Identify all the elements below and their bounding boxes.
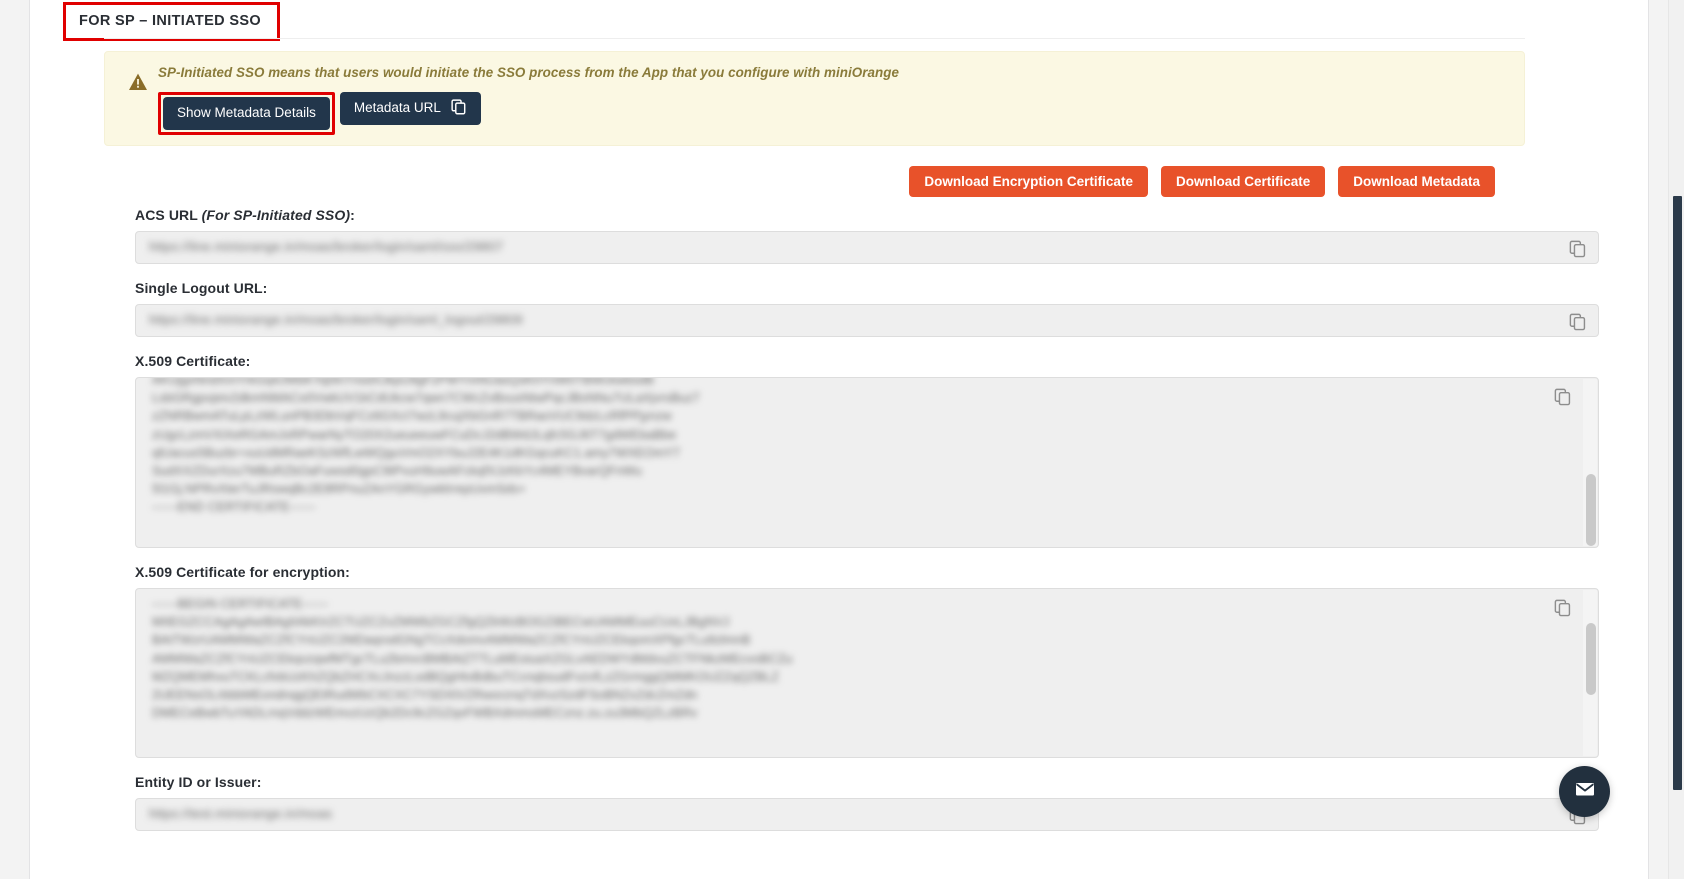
download-encryption-certificate-button[interactable]: Download Encryption Certificate: [909, 166, 1148, 197]
field-label-x509-certificate-encryption: X.509 Certificate for encryption:: [135, 564, 350, 580]
field-label-colon: :: [350, 207, 355, 223]
page-title: FOR SP – INITIATED SSO: [79, 13, 261, 29]
acs-url-input[interactable]: https://line.miniorange.in/moas/broker/l…: [135, 231, 1599, 264]
single-logout-url-input[interactable]: https://line.miniorange.in/moas/broker/l…: [135, 304, 1599, 337]
field-acs-url: ACS URL (For SP-Initiated SSO): https://…: [135, 207, 1599, 264]
sp-sso-alert: SP-Initiated SSO means that users would …: [104, 51, 1525, 146]
x509-certificate-value: AKUjgxNndXmYrkGq4JWbKYq0lnTnsdXJkpU9gFzP…: [152, 377, 700, 515]
acs-url-value: https://line.miniorange.in/moas/broker/l…: [149, 239, 504, 254]
left-gutter: [0, 0, 29, 879]
field-label-single-logout-url: Single Logout URL:: [135, 280, 268, 296]
download-certificate-button[interactable]: Download Certificate: [1160, 166, 1326, 197]
page-scrollbar-track[interactable]: [1668, 0, 1684, 879]
field-single-logout-url: Single Logout URL: https://line.minioran…: [135, 280, 1599, 337]
alert-button-group: Show Metadata Details Metadata URL: [158, 92, 481, 135]
chat-widget-button[interactable]: [1559, 766, 1610, 817]
copy-icon[interactable]: [1568, 312, 1587, 331]
right-gutter: [1650, 0, 1668, 879]
title-divider: [104, 38, 1525, 39]
entity-id-input[interactable]: https://test.miniorange.in/moas: [135, 798, 1599, 831]
field-label-acs-url: ACS URL (For SP-Initiated SSO):: [135, 207, 1599, 223]
copy-icon[interactable]: [1568, 239, 1587, 258]
textarea-scrollbar-thumb[interactable]: [1586, 474, 1596, 546]
field-x509-certificate-encryption: X.509 Certificate for encryption: ------…: [135, 564, 1599, 758]
copy-icon: [450, 98, 467, 118]
x509-certificate-textarea[interactable]: AKUjgxNndXmYrkGq4JWbKYq0lnTnsdXJkpU9gFzP…: [135, 377, 1599, 548]
alert-message: SP-Initiated SSO means that users would …: [158, 65, 899, 80]
entity-id-value: https://test.miniorange.in/moas: [149, 806, 333, 821]
field-entity-id: Entity ID or Issuer: https://test.minior…: [135, 774, 1599, 831]
page-scrollbar-thumb[interactable]: [1673, 196, 1682, 790]
field-label-entity-id: Entity ID or Issuer:: [135, 774, 262, 790]
field-label-x509-certificate: X.509 Certificate:: [135, 353, 251, 369]
show-metadata-details-button[interactable]: Show Metadata Details: [163, 97, 330, 130]
x509-encryption-certificate-value: ------BEGIN CERTIFICATE------ MIIEGZCCAg…: [152, 597, 793, 721]
metadata-url-label: Metadata URL: [353, 100, 441, 116]
download-button-row: Download Encryption Certificate Download…: [909, 166, 1495, 197]
page-root: FOR SP – INITIATED SSO SP-Initiated SSO …: [0, 0, 1684, 879]
metadata-url-button[interactable]: Metadata URL: [339, 92, 481, 125]
sp-sso-card: FOR SP – INITIATED SSO SP-Initiated SSO …: [29, 0, 1649, 879]
envelope-icon: [1573, 777, 1597, 806]
field-x509-certificate: X.509 Certificate: AKUjgxNndXmYrkGq4JWbK…: [135, 353, 1599, 548]
sso-fields: ACS URL (For SP-Initiated SSO): https://…: [135, 207, 1599, 847]
copy-icon[interactable]: [1553, 598, 1572, 617]
field-label-text: ACS URL: [135, 207, 202, 223]
x509-encryption-certificate-textarea[interactable]: ------BEGIN CERTIFICATE------ MIIEGZCCAg…: [135, 588, 1599, 758]
show-metadata-highlight: Show Metadata Details: [158, 92, 335, 135]
copy-icon[interactable]: [1553, 387, 1572, 406]
section-title-highlight: FOR SP – INITIATED SSO: [63, 2, 280, 41]
textarea-scrollbar-thumb[interactable]: [1586, 623, 1596, 695]
warning-triangle-icon: [128, 72, 148, 92]
download-metadata-button[interactable]: Download Metadata: [1338, 166, 1495, 197]
single-logout-url-value: https://line.miniorange.in/moas/broker/l…: [149, 312, 523, 327]
field-label-note: (For SP-Initiated SSO): [201, 207, 351, 223]
